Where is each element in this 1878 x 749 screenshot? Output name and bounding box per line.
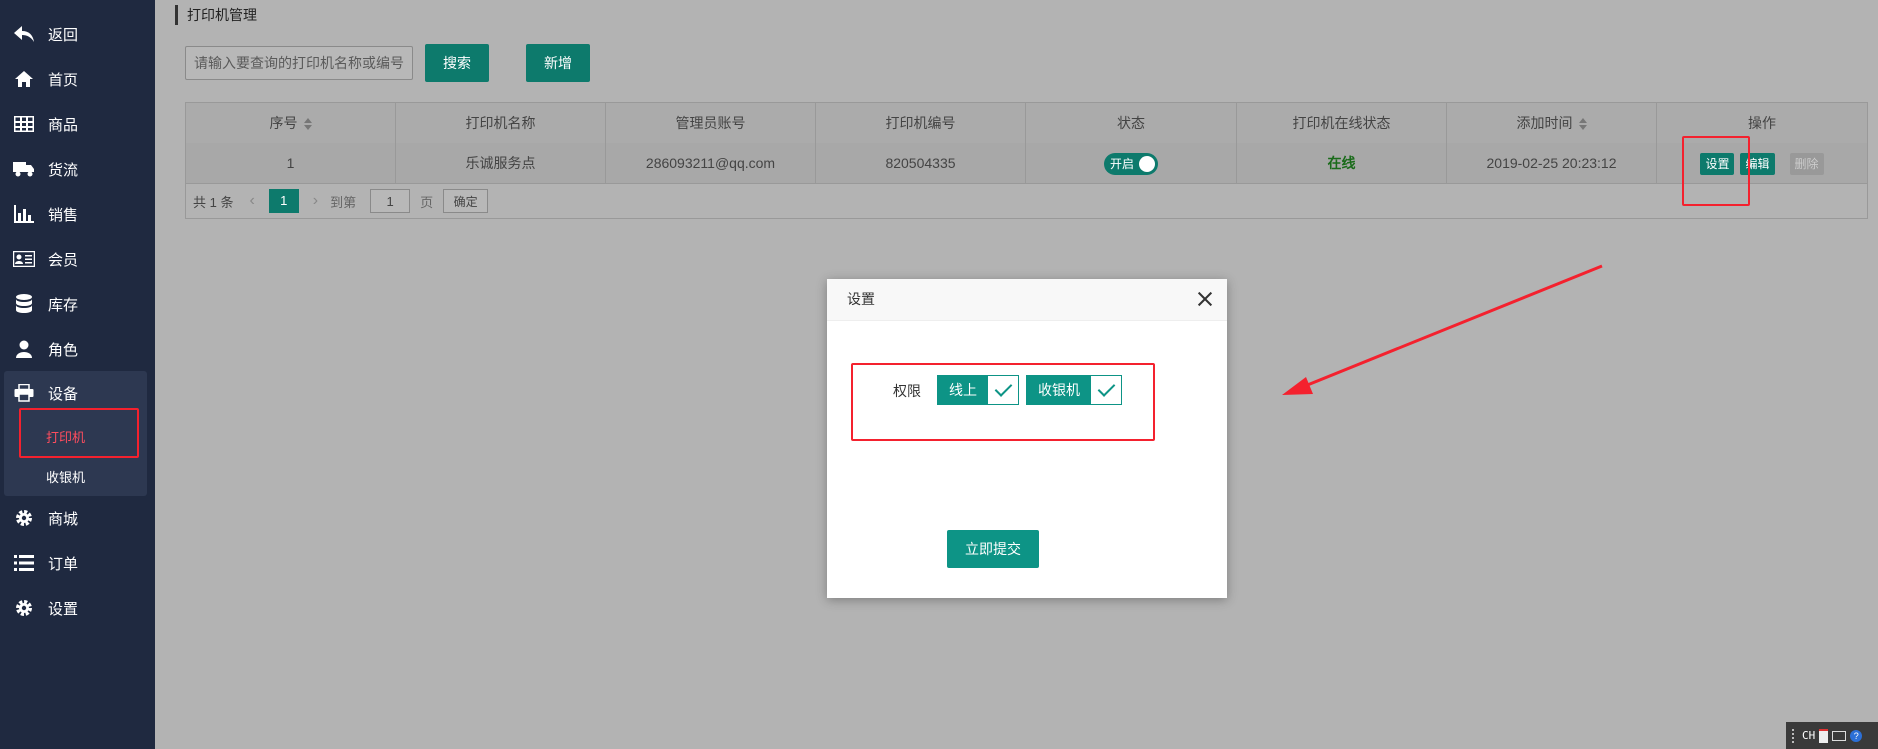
sidebar-item-orders[interactable]: 订单 bbox=[0, 541, 155, 585]
col-header-admin: 管理员账号 bbox=[606, 103, 816, 143]
col-header-status: 状态 bbox=[1026, 103, 1237, 143]
input-language[interactable]: CH bbox=[1802, 729, 1815, 742]
search-input[interactable] bbox=[185, 46, 413, 80]
gear-icon bbox=[12, 598, 36, 618]
cell-online: 在线 bbox=[1237, 143, 1447, 183]
col-header-online: 打印机在线状态 bbox=[1237, 103, 1447, 143]
col-header-index[interactable]: 序号 bbox=[186, 103, 396, 143]
system-tray: CH ? bbox=[1786, 722, 1878, 749]
add-button[interactable]: 新增 bbox=[526, 44, 590, 82]
sidebar-item-sales[interactable]: 销售 bbox=[0, 192, 155, 236]
sidebar-item-label: 返回 bbox=[48, 26, 79, 44]
row-delete-button[interactable]: 删除 bbox=[1789, 153, 1824, 176]
dialog-title: 设置 bbox=[847, 291, 875, 307]
tray-grip-icon bbox=[1792, 728, 1798, 743]
annotation-box-printer bbox=[19, 408, 139, 458]
col-header-number: 打印机编号 bbox=[816, 103, 1026, 143]
sort-icon[interactable] bbox=[1578, 118, 1587, 131]
page-title: 打印机管理 bbox=[175, 5, 257, 25]
cell-name: 乐诚服务点 bbox=[396, 143, 606, 183]
annotation-box-permissions bbox=[851, 363, 1155, 441]
sidebar: 返回 首页 商品 货流 销售 会员 库存 角色 设备 打印机 收银机 商城 订单… bbox=[0, 0, 155, 749]
sidebar-item-label: 设置 bbox=[48, 600, 79, 618]
col-header-name: 打印机名称 bbox=[396, 103, 606, 143]
submit-button[interactable]: 立即提交 bbox=[947, 530, 1039, 568]
cell-added: 2019-02-25 20:23:12 bbox=[1447, 143, 1657, 183]
home-icon bbox=[12, 69, 36, 89]
sidebar-item-label: 会员 bbox=[48, 251, 79, 269]
sidebar-item-label: 商品 bbox=[48, 116, 79, 134]
table-row: 1 乐诚服务点 286093211@qq.com 820504335 开启 在线… bbox=[186, 143, 1867, 184]
goto-page-input[interactable]: 1 bbox=[370, 189, 411, 213]
sidebar-item-label: 设备 bbox=[48, 385, 79, 403]
grid-table-icon bbox=[12, 114, 36, 134]
submenu-item-cashier[interactable]: 收银机 bbox=[46, 467, 85, 486]
sidebar-item-roles[interactable]: 角色 bbox=[0, 327, 155, 371]
bar-chart-icon bbox=[12, 204, 36, 224]
sidebar-item-mall[interactable]: 商城 bbox=[0, 496, 155, 540]
sidebar-item-label: 角色 bbox=[48, 341, 79, 359]
cell-admin: 286093211@qq.com bbox=[606, 143, 816, 183]
user-icon bbox=[12, 339, 36, 359]
page-unit-label: 页 bbox=[420, 194, 434, 210]
help-icon[interactable]: ? bbox=[1850, 729, 1863, 742]
pager-total: 共 1 条 bbox=[193, 194, 234, 210]
prev-page-icon[interactable]: ‹ bbox=[249, 192, 254, 210]
truck-icon bbox=[12, 159, 36, 179]
col-header-added[interactable]: 添加时间 bbox=[1447, 103, 1657, 143]
sidebar-item-label: 销售 bbox=[48, 206, 79, 224]
cell-status: 开启 bbox=[1026, 143, 1237, 183]
back-arrow-icon bbox=[12, 24, 36, 44]
next-page-icon[interactable]: › bbox=[313, 192, 318, 210]
cell-number: 820504335 bbox=[816, 143, 1026, 183]
document-icon[interactable] bbox=[1819, 728, 1829, 743]
sidebar-item-label: 首页 bbox=[48, 71, 79, 89]
sidebar-item-label: 订单 bbox=[48, 555, 79, 573]
id-card-icon bbox=[12, 249, 36, 269]
close-icon[interactable] bbox=[1197, 291, 1213, 307]
sidebar-item-label: 商城 bbox=[48, 510, 79, 528]
pagination: 共 1 条 ‹ 1 › 到第 1 页 确定 bbox=[186, 183, 1867, 219]
dialog-header: 设置 bbox=[827, 279, 1227, 321]
page-number-current[interactable]: 1 bbox=[268, 189, 299, 213]
sidebar-item-inventory[interactable]: 库存 bbox=[0, 282, 155, 326]
gear-icon bbox=[12, 508, 36, 528]
keyboard-icon[interactable] bbox=[1832, 730, 1847, 741]
goto-label: 到第 bbox=[330, 194, 357, 210]
list-icon bbox=[12, 553, 36, 573]
printer-table: 序号 打印机名称 管理员账号 打印机编号 状态 打印机在线状态 添加时间 操作 … bbox=[185, 102, 1868, 219]
sidebar-item-logistics[interactable]: 货流 bbox=[0, 147, 155, 191]
search-button[interactable]: 搜索 bbox=[425, 44, 489, 82]
online-status: 在线 bbox=[1327, 155, 1356, 171]
toggle-knob bbox=[1139, 156, 1155, 173]
database-icon bbox=[12, 294, 36, 314]
table-header: 序号 打印机名称 管理员账号 打印机编号 状态 打印机在线状态 添加时间 操作 bbox=[186, 103, 1867, 144]
sidebar-item-back[interactable]: 返回 bbox=[0, 12, 155, 56]
annotation-box-settings bbox=[1682, 136, 1750, 206]
sidebar-item-settings[interactable]: 设置 bbox=[0, 586, 155, 630]
sidebar-item-products[interactable]: 商品 bbox=[0, 102, 155, 146]
sidebar-item-label: 库存 bbox=[48, 296, 79, 314]
goto-confirm-button[interactable]: 确定 bbox=[443, 189, 489, 213]
sort-icon[interactable] bbox=[303, 118, 312, 131]
printer-icon bbox=[12, 383, 36, 403]
status-toggle[interactable]: 开启 bbox=[1104, 153, 1158, 176]
sidebar-item-members[interactable]: 会员 bbox=[0, 237, 155, 281]
cell-index: 1 bbox=[186, 143, 396, 183]
sidebar-item-label: 货流 bbox=[48, 161, 79, 179]
sidebar-item-home[interactable]: 首页 bbox=[0, 57, 155, 101]
